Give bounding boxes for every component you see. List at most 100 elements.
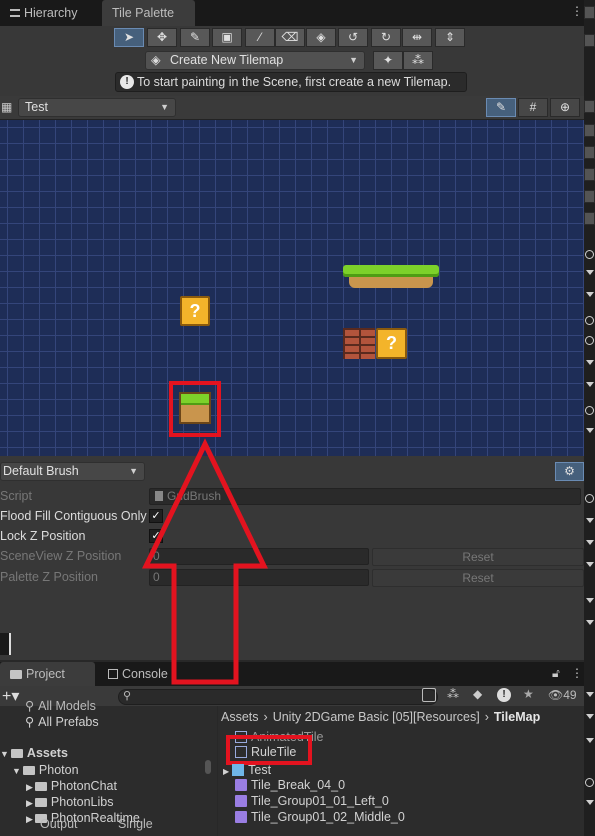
edge-button[interactable] [584,34,595,47]
object-picker-icon[interactable] [585,494,594,503]
more-menu-icon[interactable]: ⋮ [571,4,583,18]
edge-button[interactable] [584,168,595,181]
box-fill-button[interactable]: ▣ [212,28,242,47]
rule-tile-highlight [226,735,312,765]
rotate-left-button[interactable]: ↺ [338,28,368,47]
search-icon: ⚲ [123,690,132,702]
dropdown-arrow-icon[interactable] [586,800,594,805]
grid-toggle-button[interactable]: # [518,98,548,117]
brick-tile[interactable] [343,328,375,359]
question-block-tile[interactable]: ? [376,328,407,359]
object-picker-icon[interactable] [585,336,594,345]
filter-type-icon[interactable]: ⁂ [447,687,459,701]
tree-scrollbar[interactable] [205,760,211,774]
tree-item-all-models[interactable]: ⚲ All Models [25,698,96,714]
tree-item-photon[interactable]: ▼ Photon [12,762,79,778]
dropdown-arrow-icon[interactable] [586,714,594,719]
folder-icon [22,766,35,775]
annotation-arrow [142,438,268,685]
palette-z-reset-button[interactable]: Reset [372,569,584,587]
edge-button[interactable] [584,124,595,137]
active-tilemap-dropdown[interactable]: ◈ Create New Tilemap ▼ [145,51,365,70]
resize-handle[interactable] [0,633,11,655]
file-tile-group-left[interactable]: Tile_Group01_01_Left_0 [235,793,389,809]
edge-button[interactable] [584,6,595,19]
palette-dropdown[interactable]: Test ▼ [18,98,176,117]
dropdown-arrow-icon[interactable] [586,738,594,743]
folder-icon [34,782,47,791]
tree-item-photonlibs[interactable]: ▶ PhotonLibs [26,794,113,810]
tab-project[interactable]: Project [0,662,95,686]
edge-button[interactable] [584,146,595,159]
search-scene-icon[interactable] [422,688,436,702]
dropdown-arrow-icon[interactable] [586,692,594,697]
edge-button[interactable] [584,190,595,203]
info-message: ! To start painting in the Scene, first … [115,72,467,92]
filter-label-icon[interactable]: ◆ [473,687,482,701]
paint-brush-button[interactable]: ✎ [180,28,210,47]
dropdown-arrow-icon[interactable] [586,518,594,523]
palette-grid[interactable] [0,120,584,456]
dropdown-arrow-icon[interactable] [586,292,594,297]
dropdown-arrow-icon[interactable] [586,360,594,365]
brush-dropdown[interactable]: Default Brush ▼ [0,462,145,481]
breadcrumb-folder[interactable]: Unity 2DGame Basic [05][Resources] [273,710,480,724]
breadcrumb-assets[interactable]: Assets [221,710,259,724]
fill-bucket-button[interactable]: ◈ [306,28,336,47]
search-icon: ⚲ [25,715,35,729]
folder-icon [10,670,22,679]
edge-button[interactable] [584,212,595,225]
brush-pick-button[interactable]: ✦ [373,51,403,70]
tree-item-assets[interactable]: ▼ Assets [0,745,68,761]
dropdown-arrow-icon[interactable] [586,428,594,433]
tree-item-photonchat[interactable]: ▶ PhotonChat [26,778,117,794]
tile-asset-icon [235,795,247,807]
create-plus-button[interactable]: +▾ [2,686,19,706]
palette-z-label: Palette Z Position [0,570,98,584]
eraser-button[interactable]: ⌫ [275,28,305,47]
grass-platform-tile[interactable] [343,265,439,290]
edit-palette-button[interactable]: ✎ [486,98,516,117]
hidden-count[interactable]: 👁︎49 [548,688,577,702]
favorite-star-icon[interactable]: ★ [523,687,534,701]
tab-tile-palette[interactable]: Tile Palette [102,0,195,26]
chevron-down-icon: ▼ [160,102,169,112]
select-tool-button[interactable]: ➤ [114,28,144,47]
object-picker-icon[interactable] [585,406,594,415]
question-block-tile[interactable]: ? [180,296,210,326]
tab-hierarchy[interactable]: Hierarchy [0,0,88,26]
edge-button[interactable] [584,100,595,113]
project-search-input[interactable]: ⚲ [118,689,438,705]
dropdown-arrow-icon[interactable] [586,620,594,625]
dropdown-arrow-icon[interactable] [586,270,594,275]
dropdown-arrow-icon[interactable] [586,598,594,603]
gizmo-toggle-button[interactable]: ⊕ [550,98,580,117]
dropdown-arrow-icon[interactable] [586,382,594,387]
file-tile-group-middle[interactable]: Tile_Group01_02_Middle_0 [235,809,405,825]
brush-settings-button[interactable]: ⚙ [555,462,584,481]
move-tool-button[interactable]: ✥ [147,28,177,47]
flip-y-button[interactable]: ⇕ [435,28,465,47]
more-menu-icon[interactable]: ⋮ [571,666,583,680]
window-tab-bar: Hierarchy Tile Palette ⋮ [0,0,595,26]
dropdown-arrow-icon[interactable] [586,540,594,545]
lock-icon[interactable]: 🔓︎ [552,666,560,681]
flip-x-button[interactable]: ⇹ [402,28,432,47]
tree-item-all-prefabs[interactable]: ⚲ All Prefabs [25,714,99,730]
rotate-right-button[interactable]: ↻ [371,28,401,47]
chevron-right-icon: ▶ [223,767,230,776]
tree-item-output[interactable]: Output [40,816,78,832]
file-test[interactable]: ▶ Test [223,762,271,778]
warning-icon[interactable]: ! [497,688,511,702]
object-picker-icon[interactable] [585,778,594,787]
breadcrumb-current[interactable]: TileMap [494,710,540,724]
picker-tool-button[interactable]: ⁄ [245,28,275,47]
file-tile-break[interactable]: Tile_Break_04_0 [235,777,345,793]
palette-grid-button[interactable]: ⁂ [403,51,433,70]
object-picker-icon[interactable] [585,250,594,259]
hierarchy-icon [10,9,20,17]
object-picker-icon[interactable] [585,316,594,325]
tree-item-single[interactable]: Single [118,816,153,832]
scene-z-reset-button[interactable]: Reset [372,548,584,566]
dropdown-arrow-icon[interactable] [586,562,594,567]
